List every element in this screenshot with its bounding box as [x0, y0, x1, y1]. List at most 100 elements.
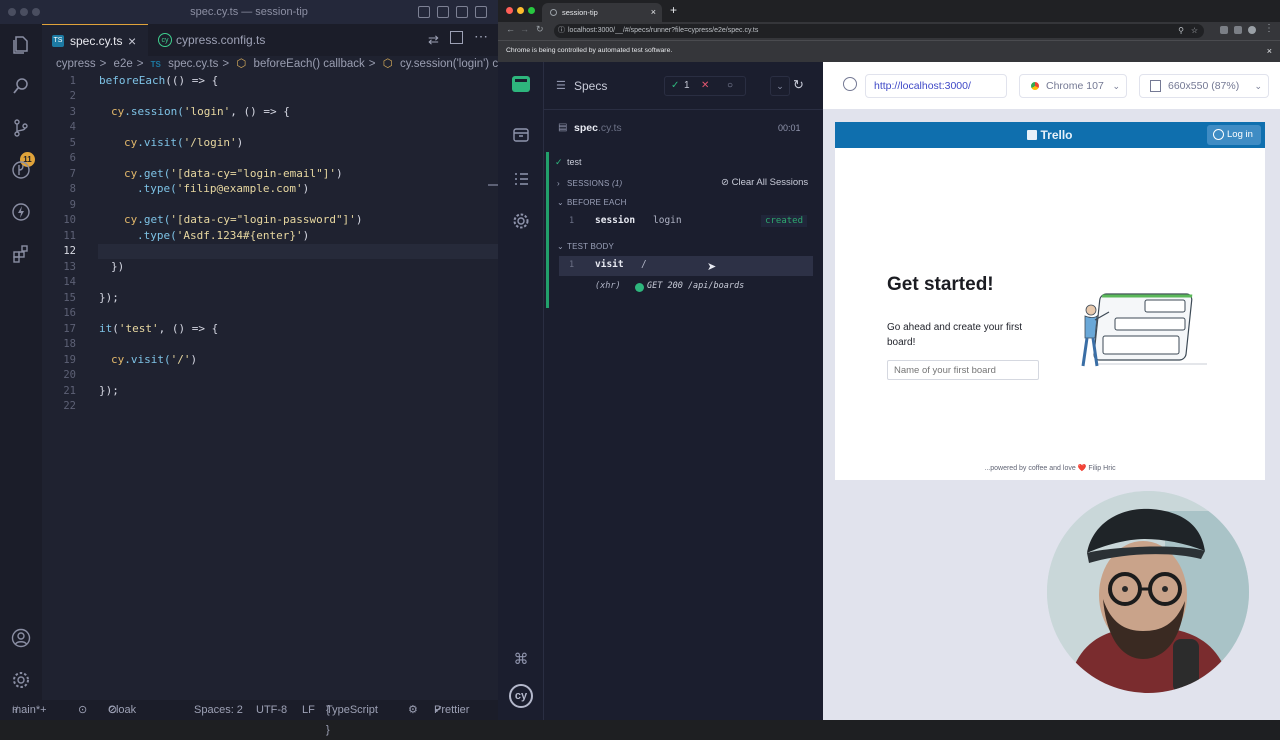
source-control-icon[interactable] [11, 118, 31, 138]
spec-header: ▤ spec.cy.ts 00:01 [544, 110, 823, 150]
forward-icon[interactable]: → [520, 24, 529, 34]
close-tab-icon[interactable]: × [651, 3, 656, 22]
gear-status-icon[interactable]: ⚙ [408, 700, 418, 720]
hook-before-each[interactable]: BEFORE EACH [567, 198, 627, 207]
chevron-down-icon[interactable]: ⌄ [557, 242, 564, 251]
passed-check-icon: ✓ [555, 157, 563, 167]
profile-icon[interactable] [1248, 26, 1256, 34]
trello-app: Trello Log in Get started! Go ahead and … [835, 122, 1265, 480]
split-editor-icon[interactable] [450, 31, 463, 44]
command-xhr[interactable]: (xhr) GET 200 /api/boards [559, 278, 813, 298]
footer-author[interactable]: Filip Hric [1088, 465, 1115, 472]
project-icon[interactable] [512, 76, 530, 92]
breadcrumb-item[interactable]: e2e [114, 58, 133, 70]
account-icon[interactable] [11, 628, 31, 648]
breadcrumb-item[interactable]: cy.session('login') ca [400, 58, 498, 70]
passed-check-icon: ✓ [671, 80, 680, 91]
bookmark-star-icon[interactable]: ☆ [1191, 24, 1198, 38]
selector-playground-icon[interactable] [843, 77, 857, 91]
settings-gear-icon[interactable] [11, 670, 31, 690]
minimize-window-dot[interactable] [517, 7, 524, 14]
test-body-label[interactable]: TEST BODY [567, 242, 614, 251]
chevron-down-icon[interactable]: ⌄ [770, 76, 790, 96]
rerun-icon[interactable]: ↻ [793, 77, 804, 93]
zoom-window-dot[interactable] [528, 7, 535, 14]
new-tab-icon[interactable]: + [670, 3, 677, 17]
line-number: 19 [63, 354, 76, 366]
reload-icon[interactable]: ↻ [536, 24, 544, 35]
extension-icon[interactable] [1234, 26, 1242, 34]
trello-brand[interactable]: Trello [1040, 128, 1072, 142]
chevron-down-icon[interactable]: ⌄ [557, 198, 564, 207]
aut-url[interactable]: http://localhost:3000/ [865, 74, 1007, 98]
close-tab-icon[interactable]: × [128, 25, 136, 57]
browser-selector[interactable]: Chrome 107 ⌄ [1019, 74, 1127, 98]
toggle-sidebar-icon[interactable] [418, 6, 430, 18]
line-number: 11 [63, 230, 76, 242]
thunder-client-icon[interactable] [11, 202, 31, 222]
command-session[interactable]: 1 session login created [559, 212, 813, 232]
viewport-info[interactable]: 660x550 (87%) ⌄ [1139, 74, 1269, 98]
specs-list-icon[interactable]: ☰ [556, 79, 566, 92]
close-window-dot[interactable] [506, 7, 513, 14]
customize-layout-icon[interactable] [475, 6, 487, 18]
settings-nav-icon[interactable] [512, 212, 530, 230]
browser-tab-title: session-tip [562, 8, 598, 17]
toggle-secondary-sidebar-icon[interactable] [456, 6, 468, 18]
automation-notice: Chrome is being controlled by automated … [506, 47, 673, 54]
extensions-icon[interactable] [11, 244, 31, 264]
close-infobar-icon[interactable]: × [1267, 41, 1272, 61]
breadcrumb-item[interactable]: beforeEach() callback [254, 58, 365, 70]
address-bar[interactable]: ⓘ localhost:3000/__/#/specs/runner?file=… [554, 24, 1204, 38]
minimize-window-dot[interactable] [20, 8, 28, 16]
sessions-toggle[interactable]: SESSIONS (1) [567, 179, 622, 188]
line-number: 10 [63, 214, 76, 226]
sessions-chevron-icon[interactable]: › [557, 179, 560, 188]
runs-nav-icon[interactable] [512, 170, 530, 188]
code-line: .type('Asdf.1234#{enter}') [137, 229, 310, 242]
close-window-dot[interactable] [8, 8, 16, 16]
chrome-menu-icon[interactable]: ⋮ [1264, 23, 1274, 34]
back-icon[interactable]: ← [506, 24, 515, 34]
git-graph-icon[interactable] [11, 160, 31, 180]
eol-status[interactable]: LF [302, 700, 315, 720]
zoom-icon[interactable]: ⚲ [1178, 24, 1184, 38]
xhr-type: (xhr) [595, 281, 621, 291]
clear-sessions-button[interactable]: ⊘ Clear All Sessions [721, 177, 808, 188]
git-compare-icon[interactable]: ⇄ [428, 32, 439, 48]
search-icon[interactable] [11, 76, 31, 96]
explorer-icon[interactable] [11, 34, 31, 54]
chrome-logo-icon [1029, 80, 1041, 92]
extension-icon[interactable] [1220, 26, 1228, 34]
spec-duration: 00:01 [778, 123, 801, 133]
tab-spec-cy-ts[interactable]: TS spec.cy.ts × [42, 24, 148, 56]
tab-cypress-config[interactable]: cy cypress.config.ts [148, 24, 298, 56]
live-share-icon[interactable]: ⊙ [78, 700, 87, 720]
editor-tabs: TS spec.cy.ts × cy cypress.config.ts ⇄ ⋯ [42, 24, 498, 56]
presenter-portrait [1047, 491, 1249, 693]
line-number: 21 [63, 385, 76, 397]
code-editor[interactable]: 1 2 3 4 5 6 7 8 9 10 11 12 13 14 15 16 1… [42, 72, 498, 700]
code-line: }); [99, 384, 119, 397]
browser-name: Chrome 107 [1046, 80, 1104, 92]
toggle-panel-icon[interactable] [437, 6, 449, 18]
code-line: cy.visit('/login') [124, 136, 244, 149]
board-name-input[interactable] [887, 360, 1039, 380]
command-log: ☰ Specs ✓ 1 ✕ ○ ⌄ ↻ ▤ spec.cy.ts 00:01 ✓… [544, 62, 823, 720]
line-number: 12 [63, 245, 76, 257]
vscode-window: spec.cy.ts — session-tip 11 TS spec.cy.t… [0, 0, 498, 736]
encoding-status[interactable]: UTF-8 [256, 700, 287, 720]
specs-toggle[interactable]: Specs [574, 79, 607, 93]
cypress-logo-icon[interactable]: cy [509, 684, 533, 708]
breadcrumb-item[interactable]: cypress [56, 58, 96, 70]
zoom-window-dot[interactable] [32, 8, 40, 16]
login-button[interactable]: Log in [1207, 125, 1261, 145]
browser-tab[interactable]: session-tip × [542, 3, 662, 22]
test-title[interactable]: test [567, 157, 582, 167]
breadcrumb-item[interactable]: spec.cy.ts [168, 58, 218, 70]
command-visit[interactable]: 1 visit / ➤ [559, 256, 813, 276]
keyboard-shortcuts-icon[interactable]: ⌘ [512, 651, 530, 669]
indentation-status[interactable]: Spaces: 2 [194, 700, 243, 720]
specs-nav-icon[interactable] [512, 126, 530, 144]
more-actions-icon[interactable]: ⋯ [474, 28, 488, 45]
